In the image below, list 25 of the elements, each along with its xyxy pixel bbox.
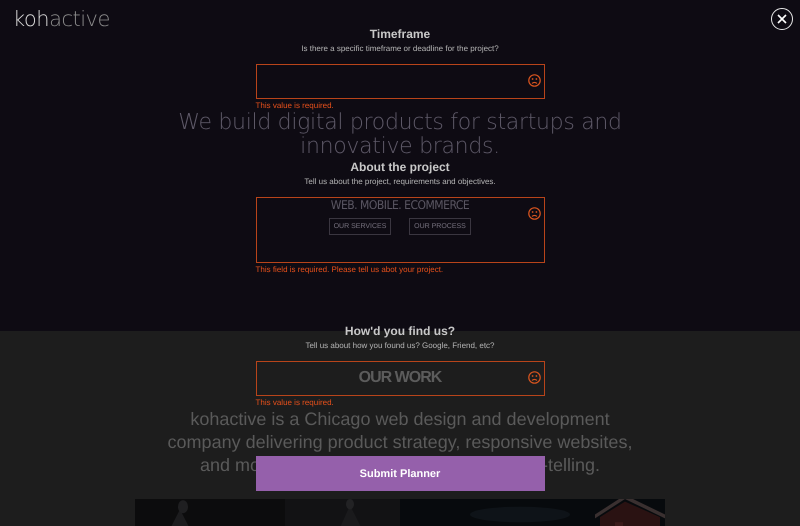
tagline: WEB. MOBILE. ECOMMERCE: [330, 198, 470, 212]
input-field[interactable]: [256, 361, 544, 396]
close-button[interactable]: [771, 8, 793, 30]
error-message: This field is required. Please tell us abot your project.: [256, 264, 444, 276]
sad-face-icon: [528, 207, 540, 220]
field-label: How'd you find us?: [344, 323, 456, 340]
submit-button[interactable]: Submit Planner: [256, 456, 544, 491]
logo[interactable]: kohactive: [13, 7, 110, 31]
sad-face-icon: [528, 74, 540, 87]
headline: We build digital products for startups and innovative brands.: [177, 111, 623, 159]
input-field[interactable]: [256, 64, 544, 99]
paragraph-fragment: -telling.: [542, 454, 600, 477]
error-message: This value is required.: [256, 100, 334, 112]
sad-face-icon: [528, 371, 540, 384]
text-area[interactable]: [256, 197, 544, 263]
error-message: This value is required.: [256, 397, 334, 409]
section-title: OUR WORK: [358, 369, 442, 387]
paragraph-line: kohactive is a Chicago web design and development: [190, 408, 610, 431]
field-label: About the project: [350, 159, 450, 176]
field-hint: Is there a specific timeframe or deadline for the project?: [301, 43, 499, 55]
field-hint: Tell us about how you found us? Google, Friend, etc?: [305, 340, 494, 352]
close-icon: [777, 14, 787, 24]
field-label: Timeframe: [370, 26, 430, 43]
paragraph-line: company delivering product strategy, responsive websites,: [168, 431, 632, 454]
field-hint: Tell us about the project, requirements and objectives.: [304, 176, 496, 188]
